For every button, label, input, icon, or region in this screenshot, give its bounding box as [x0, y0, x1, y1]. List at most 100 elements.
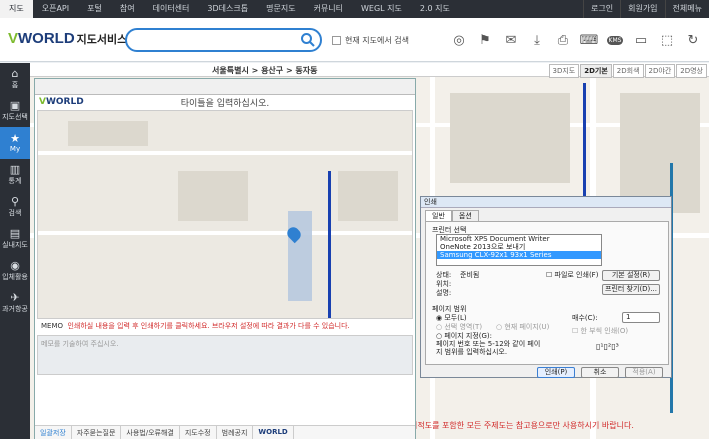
- screen-icon[interactable]: ▭: [628, 30, 654, 50]
- map-metro-line: [328, 171, 331, 318]
- header: VWORLD 지도서비스 현재 지도에서 검색 ◎ ⚑ ✉ ⤓ ⎙ ⌨ KMS ▭…: [0, 18, 709, 62]
- tab-general[interactable]: 일반: [425, 210, 452, 221]
- vworld-logo[interactable]: VWORLD 지도서비스: [8, 30, 127, 47]
- topnav-item[interactable]: 데이터센터: [144, 0, 199, 18]
- map-block: [68, 121, 148, 146]
- printer-item[interactable]: Samsung CLX-92x1 93x1 Series: [437, 251, 601, 259]
- topnav-item[interactable]: 포털: [78, 0, 111, 18]
- search-icon[interactable]: [300, 32, 316, 48]
- checkbox-icon[interactable]: [332, 36, 341, 45]
- breadcrumb[interactable]: 서울특별시 > 용산구 > 동자동: [212, 65, 318, 76]
- printer-item[interactable]: Microsoft XPS Document Writer: [437, 235, 601, 243]
- find-printer-button[interactable]: 프린터 찾기(D)...: [602, 284, 660, 295]
- map-road: [38, 231, 412, 235]
- km-icon[interactable]: KMS: [602, 30, 628, 50]
- print-preview-header: [35, 79, 415, 95]
- download-icon[interactable]: ⤓: [524, 30, 550, 50]
- globe-icon: ◉: [10, 259, 20, 272]
- copies-input[interactable]: 1: [622, 312, 660, 323]
- refresh-icon[interactable]: ↻: [680, 30, 706, 50]
- print-title-input[interactable]: 타이틀을 입력하십시오.: [35, 96, 415, 110]
- topnav-right-item[interactable]: 회원가입: [620, 0, 664, 18]
- topnav-item[interactable]: 명문지도: [257, 0, 304, 18]
- map-mode-tab[interactable]: 2D회색: [612, 64, 644, 78]
- print-to-file-checkbox[interactable]: ☐ 파일로 인쇄(F): [546, 270, 598, 280]
- mail-icon[interactable]: ✉: [498, 30, 524, 50]
- map-select-icon: ▣: [9, 99, 21, 112]
- sidebar-item[interactable]: ▤ 실내지도: [0, 223, 30, 255]
- home-icon: ⌂: [11, 67, 19, 80]
- sidebar-item[interactable]: ▣ 지도선택: [0, 95, 30, 127]
- sidebar-item-label: My: [9, 145, 21, 153]
- topnav-item[interactable]: 2.0 지도: [411, 0, 459, 18]
- sidebar-item-label: 지도선택: [2, 113, 28, 121]
- print-icon[interactable]: ⎙: [550, 30, 576, 50]
- search-in-map-checkbox[interactable]: 현재 지도에서 검색: [332, 35, 409, 46]
- print-tab[interactable]: 범례공지: [217, 426, 254, 439]
- map-road: [38, 151, 412, 155]
- left-sidebar: ⌂ 홈 ▣ 지도선택 ★ My ▥ 통계 ⚲ 검색 ▤ 실내지도 ◉ 입체활용 ✈ 과거항공: [0, 63, 30, 439]
- print-tab[interactable]: 자주묻는질문: [72, 426, 122, 439]
- collate-icon: ▯¹▯²▯³: [596, 342, 619, 351]
- printer-item[interactable]: OneNote 2013으로 보내기: [437, 243, 601, 251]
- map-mode-tab[interactable]: 2D야간: [644, 64, 676, 78]
- status-value: 준비됨: [460, 271, 480, 279]
- print-button[interactable]: 인쇄(P): [537, 367, 575, 378]
- sidebar-item-label: 검색: [8, 209, 22, 217]
- map-mode-tab[interactable]: 2D기본: [580, 64, 612, 78]
- topnav-item[interactable]: 오픈API: [33, 0, 78, 18]
- collate-checkbox[interactable]: ☐ 한 부씩 인쇄(O): [572, 326, 628, 336]
- topnav-right-item[interactable]: 전체메뉴: [664, 0, 709, 18]
- topnav-item[interactable]: 3D데스크톱: [198, 0, 257, 18]
- search-box: [125, 28, 322, 52]
- print-tab[interactable]: 일괄저장: [35, 426, 72, 439]
- range-current-radio[interactable]: ○ 현재 페이지(U): [496, 322, 549, 332]
- star-icon: ★: [10, 132, 20, 145]
- printer-list[interactable]: Microsoft XPS Document Writer OneNote 20…: [436, 234, 602, 266]
- sidebar-item[interactable]: ⌂ 홈: [0, 63, 30, 95]
- top-navigation-bar: 지도 오픈API 포털 참여 데이터센터 3D데스크톱 명문지도 커뮤니티 WEGL 지도 2.0…: [0, 0, 709, 18]
- map-toolbar: 서울특별시 > 용산구 > 동자동 3D지도 2D기본 2D회색 2D야간 2D영상: [30, 63, 709, 78]
- map-block: [178, 171, 248, 221]
- dialog-tabs: 일반 옵션: [425, 210, 667, 221]
- tab-options[interactable]: 옵션: [451, 210, 479, 221]
- stats-icon: ▥: [9, 163, 21, 176]
- sidebar-item[interactable]: ◉ 입체활용: [0, 255, 30, 287]
- sidebar-item[interactable]: ★ My: [0, 127, 30, 159]
- topnav-item[interactable]: 참여: [111, 0, 144, 18]
- map-block: [450, 93, 570, 183]
- search-input[interactable]: [135, 31, 295, 49]
- sidebar-item[interactable]: ⚲ 검색: [0, 191, 30, 223]
- preferences-button[interactable]: 기본 설정(R): [602, 270, 660, 281]
- footer-logo: WORLD: [253, 426, 294, 439]
- memo-textarea[interactable]: 메모를 기술하여 주십시오.: [37, 335, 413, 375]
- map-block: [620, 93, 700, 213]
- range-hint: 페이지 번호 또는 5-12와 같이 페이지 범위를 입력하십시오.: [436, 340, 541, 356]
- map-mode-tab[interactable]: 2D영상: [676, 64, 707, 78]
- topnav-item[interactable]: 지도: [0, 0, 33, 18]
- sidebar-item-label: 실내지도: [2, 241, 28, 249]
- print-tab[interactable]: 지도수정: [180, 426, 217, 439]
- topnav-item[interactable]: 커뮤니티: [305, 0, 352, 18]
- sidebar-item-label: 통계: [8, 177, 22, 185]
- crop-icon[interactable]: ⬚: [654, 30, 680, 50]
- print-tab[interactable]: 사용법/오류해결: [121, 426, 180, 439]
- topnav-item[interactable]: WEGL 지도: [352, 0, 411, 18]
- dialog-title: 인쇄: [421, 197, 671, 208]
- station-area: [288, 211, 312, 301]
- cancel-button[interactable]: 취소: [581, 367, 619, 378]
- memo-row: MEMO 인쇄하실 내용을 입력 후 인쇄하기를 클릭하세요. 브라우저 설정에…: [41, 322, 350, 330]
- apply-button[interactable]: 적용(A): [625, 367, 663, 378]
- measure-icon[interactable]: ⚑: [472, 30, 498, 50]
- sidebar-item[interactable]: ▥ 통계: [0, 159, 30, 191]
- map-warning: 지적도를 포함한 모든 주제도는 참고용으로만 사용하시기 바랍니다.: [410, 421, 634, 430]
- keyboard-icon[interactable]: ⌨: [576, 30, 602, 50]
- sidebar-item-label: 홈: [11, 81, 19, 89]
- indoor-icon: ▤: [9, 227, 21, 240]
- binoculars-icon[interactable]: ◎: [446, 30, 472, 50]
- map-mode-tabs: 3D지도 2D기본 2D회색 2D야간 2D영상: [548, 64, 707, 78]
- topnav-right-item[interactable]: 로그인: [583, 0, 620, 18]
- dialog-panel: 프린터 선택 Microsoft XPS Document Writer One…: [425, 221, 669, 365]
- map-mode-tab[interactable]: 3D지도: [548, 64, 580, 78]
- sidebar-item[interactable]: ✈ 과거항공: [0, 287, 30, 319]
